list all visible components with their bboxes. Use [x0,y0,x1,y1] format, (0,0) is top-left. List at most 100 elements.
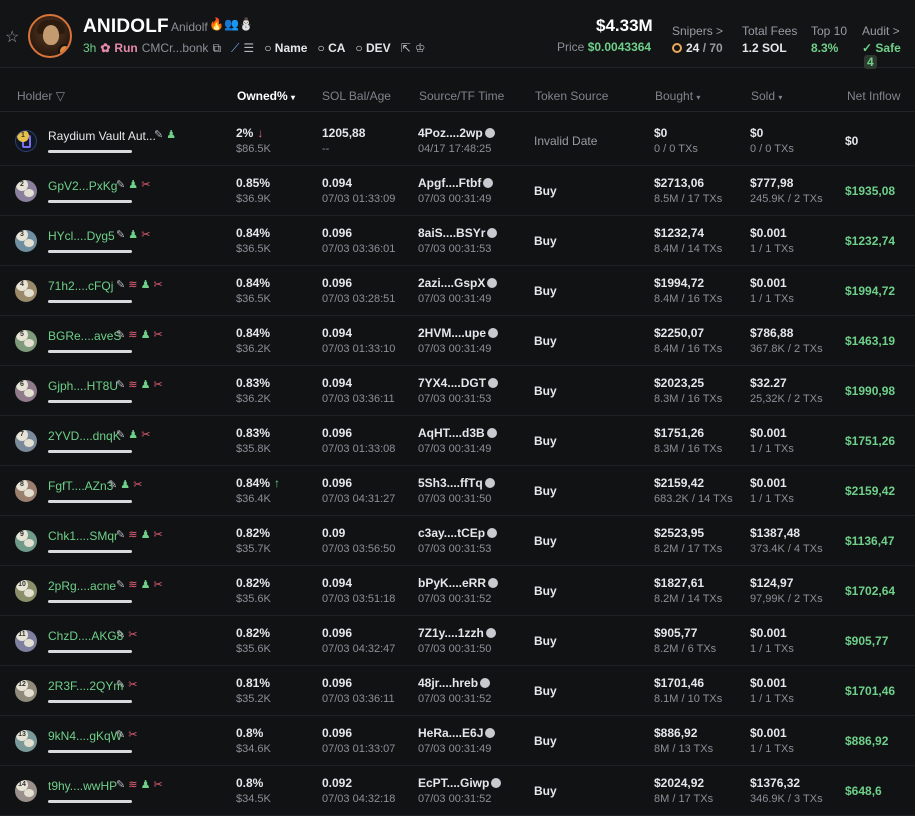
table-row[interactable]: 14 t9hy....wwHP ✎ ≋ ♟ ✂ 0.8% $34.5K 0.09… [0,766,915,816]
source-address[interactable]: c3ay....tCEp [418,526,498,540]
menu-circle-icon[interactable] [487,278,498,288]
source-address[interactable]: AqHT....d3B [418,426,497,440]
edit-icon[interactable]: ✎ [116,229,128,241]
table-row[interactable]: 8 FgfT....AZn3 ✎ ♟ ✂ 0.84% ↑ $36.4K 0.096… [0,466,915,516]
layers-icon: ≋ [128,279,141,291]
holder-avatar: 10 [15,580,37,602]
menu-circle-icon[interactable] [483,178,494,188]
menu-circle-icon[interactable] [485,628,496,638]
edit-icon[interactable]: ✎ [116,179,128,191]
table-row[interactable]: 4 71h2....cFQj ✎ ≋ ♟ ✂ 0.84% $36.5K 0.09… [0,266,915,316]
edit-icon[interactable]: ✎ [154,129,166,141]
snipers-stat[interactable]: Snipers > 24 / 70 [672,24,723,55]
table-row[interactable]: 1 Raydium Vault Aut... ✎ ♟ 2% ↓ $86.5K 12… [0,116,915,166]
edit-icon[interactable]: ✎ [116,729,128,741]
holder-address[interactable]: t9hy....wwHP [48,779,117,793]
menu-circle-icon[interactable] [488,578,499,588]
source-address[interactable]: 48jr....hreb [418,676,491,690]
table-row[interactable]: 3 HYcl....Dyg5 ✎ ♟ ✂ 0.84% $36.5K 0.096 … [0,216,915,266]
source-address[interactable]: EcPT....Giwp [418,776,502,790]
external-link-icon[interactable]: ⇱ [401,41,411,55]
edit-icon[interactable]: ✎ [116,779,128,791]
source-address[interactable]: 2HVM....upe [418,326,499,340]
edit-icon[interactable]: ✎ [116,529,128,541]
market-cap: $4.33M [596,16,653,35]
menu-circle-icon[interactable] [488,328,499,338]
edit-icon[interactable]: ✎ [116,329,128,341]
menu-circle-icon[interactable] [488,378,499,388]
filter-icon[interactable]: ▽ [56,89,65,103]
owned-percent: 0.82% [236,626,271,640]
table-row[interactable]: 12 2R3F....2QYm ✎ ✂ 0.81% $35.2K 0.096 0… [0,666,915,716]
edit-icon[interactable]: ✎ [108,479,120,491]
source-address[interactable]: Apgf....Ftbf [418,176,494,190]
source-address[interactable]: 4Poz....2wp [418,126,495,140]
sol-balance: 0.094 [322,326,353,340]
source-address[interactable]: bPyK....eRR [418,576,499,590]
edit-icon[interactable]: ✎ [116,429,128,441]
holder-address[interactable]: GpV2...PxKg [48,179,117,193]
feather-icon[interactable]: ⟋ [231,41,239,56]
menu-circle-icon[interactable] [485,728,496,738]
holder-address[interactable]: 2pRg....acne [48,579,116,593]
bought-header[interactable]: Bought ▾ [655,89,700,103]
crown-icon[interactable]: ♔ [415,41,426,55]
holder-address[interactable]: Raydium Vault Aut... [48,129,156,143]
menu-circle-icon[interactable] [487,528,498,538]
token-avatar[interactable] [28,14,72,58]
token-source-header[interactable]: Token Source [535,89,608,103]
holder-address[interactable]: 71h2....cFQj [48,279,113,293]
holder-address[interactable]: BGRe....aveS [48,329,121,343]
holder-address[interactable]: ChzD....AKG8 [48,629,123,643]
edit-icon[interactable]: ✎ [116,579,128,591]
search-name-link[interactable]: ○ Name [264,41,307,55]
edit-icon[interactable]: ✎ [116,679,128,691]
source-address[interactable]: 7YX4....DGT [418,376,499,390]
audit-stat[interactable]: Audit > ✓ Safe 4 [862,24,915,69]
source-address[interactable]: 5Sh3....ffTq [418,476,495,490]
target-icon [672,43,682,53]
holder-address[interactable]: Gjph....HT8U [48,379,118,393]
token-source: Buy [534,534,557,548]
edit-icon[interactable]: ✎ [116,629,128,641]
menu-circle-icon[interactable] [491,778,502,788]
copy-icon[interactable]: ⧉ [212,41,221,56]
source-address[interactable]: 2azi....GspX [418,276,498,290]
menu-circle-icon[interactable]: ☰ [243,41,254,55]
source-address[interactable]: HeRa....E6J [418,726,496,740]
source-address[interactable]: 8aiS....BSYr [418,226,498,240]
holder-address[interactable]: Chk1....SMqr [48,529,118,543]
contract-address[interactable]: CMCr...bonk [142,41,209,55]
table-row[interactable]: 7 2YVD....dnqK ✎ ♟ ✂ 0.83% $35.8K 0.096 … [0,416,915,466]
source-address[interactable]: 7Z1y....1zzh [418,626,496,640]
table-row[interactable]: 11 ChzD....AKG8 ✎ ✂ 0.82% $35.6K 0.096 0… [0,616,915,666]
table-row[interactable]: 13 9kN4....gKqW ✎ ✂ 0.8% $34.6K 0.096 07… [0,716,915,766]
search-dev-link[interactable]: ○ DEV [355,41,390,55]
source-tf-header[interactable]: Source/TF Time [419,89,504,103]
edit-icon[interactable]: ✎ [116,379,128,391]
table-row[interactable]: 9 Chk1....SMqr ✎ ≋ ♟ ✂ 0.82% $35.7K 0.09… [0,516,915,566]
menu-circle-icon[interactable] [486,428,497,438]
holder-header[interactable]: Holder ▽ [17,89,65,103]
edit-icon[interactable]: ✎ [116,279,128,291]
table-row[interactable]: 5 BGRe....aveS ✎ ≋ ♟ ✂ 0.84% $36.2K 0.09… [0,316,915,366]
holder-address[interactable]: 2R3F....2QYm [48,679,123,693]
table-row[interactable]: 2 GpV2...PxKg ✎ ♟ ✂ 0.85% $36.9K 0.094 0… [0,166,915,216]
holder-address[interactable]: FgfT....AZn3 [48,479,113,493]
menu-circle-icon[interactable] [487,228,498,238]
sold-header[interactable]: Sold ▾ [751,89,782,103]
search-ca-link[interactable]: ○ CA [317,41,345,55]
holder-address[interactable]: 2YVD....dnqK [48,429,121,443]
table-row[interactable]: 10 2pRg....acne ✎ ≋ ♟ ✂ 0.82% $35.6K 0.0… [0,566,915,616]
holder-address[interactable]: 9kN4....gKqW [48,729,122,743]
menu-circle-icon[interactable] [484,478,495,488]
wallet-age: 07/03 01:33:07 [322,743,396,755]
menu-circle-icon[interactable] [484,128,495,138]
owned-header[interactable]: Owned% ▾ [237,89,295,103]
menu-circle-icon[interactable] [480,678,491,688]
sol-bal-header[interactable]: SOL Bal/Age [322,89,391,103]
holder-address[interactable]: HYcl....Dyg5 [48,229,115,243]
table-row[interactable]: 6 Gjph....HT8U ✎ ≋ ♟ ✂ 0.83% $36.2K 0.09… [0,366,915,416]
favorite-star-icon[interactable]: ☆ [5,27,19,47]
net-inflow-header[interactable]: Net Inflow [847,89,900,103]
